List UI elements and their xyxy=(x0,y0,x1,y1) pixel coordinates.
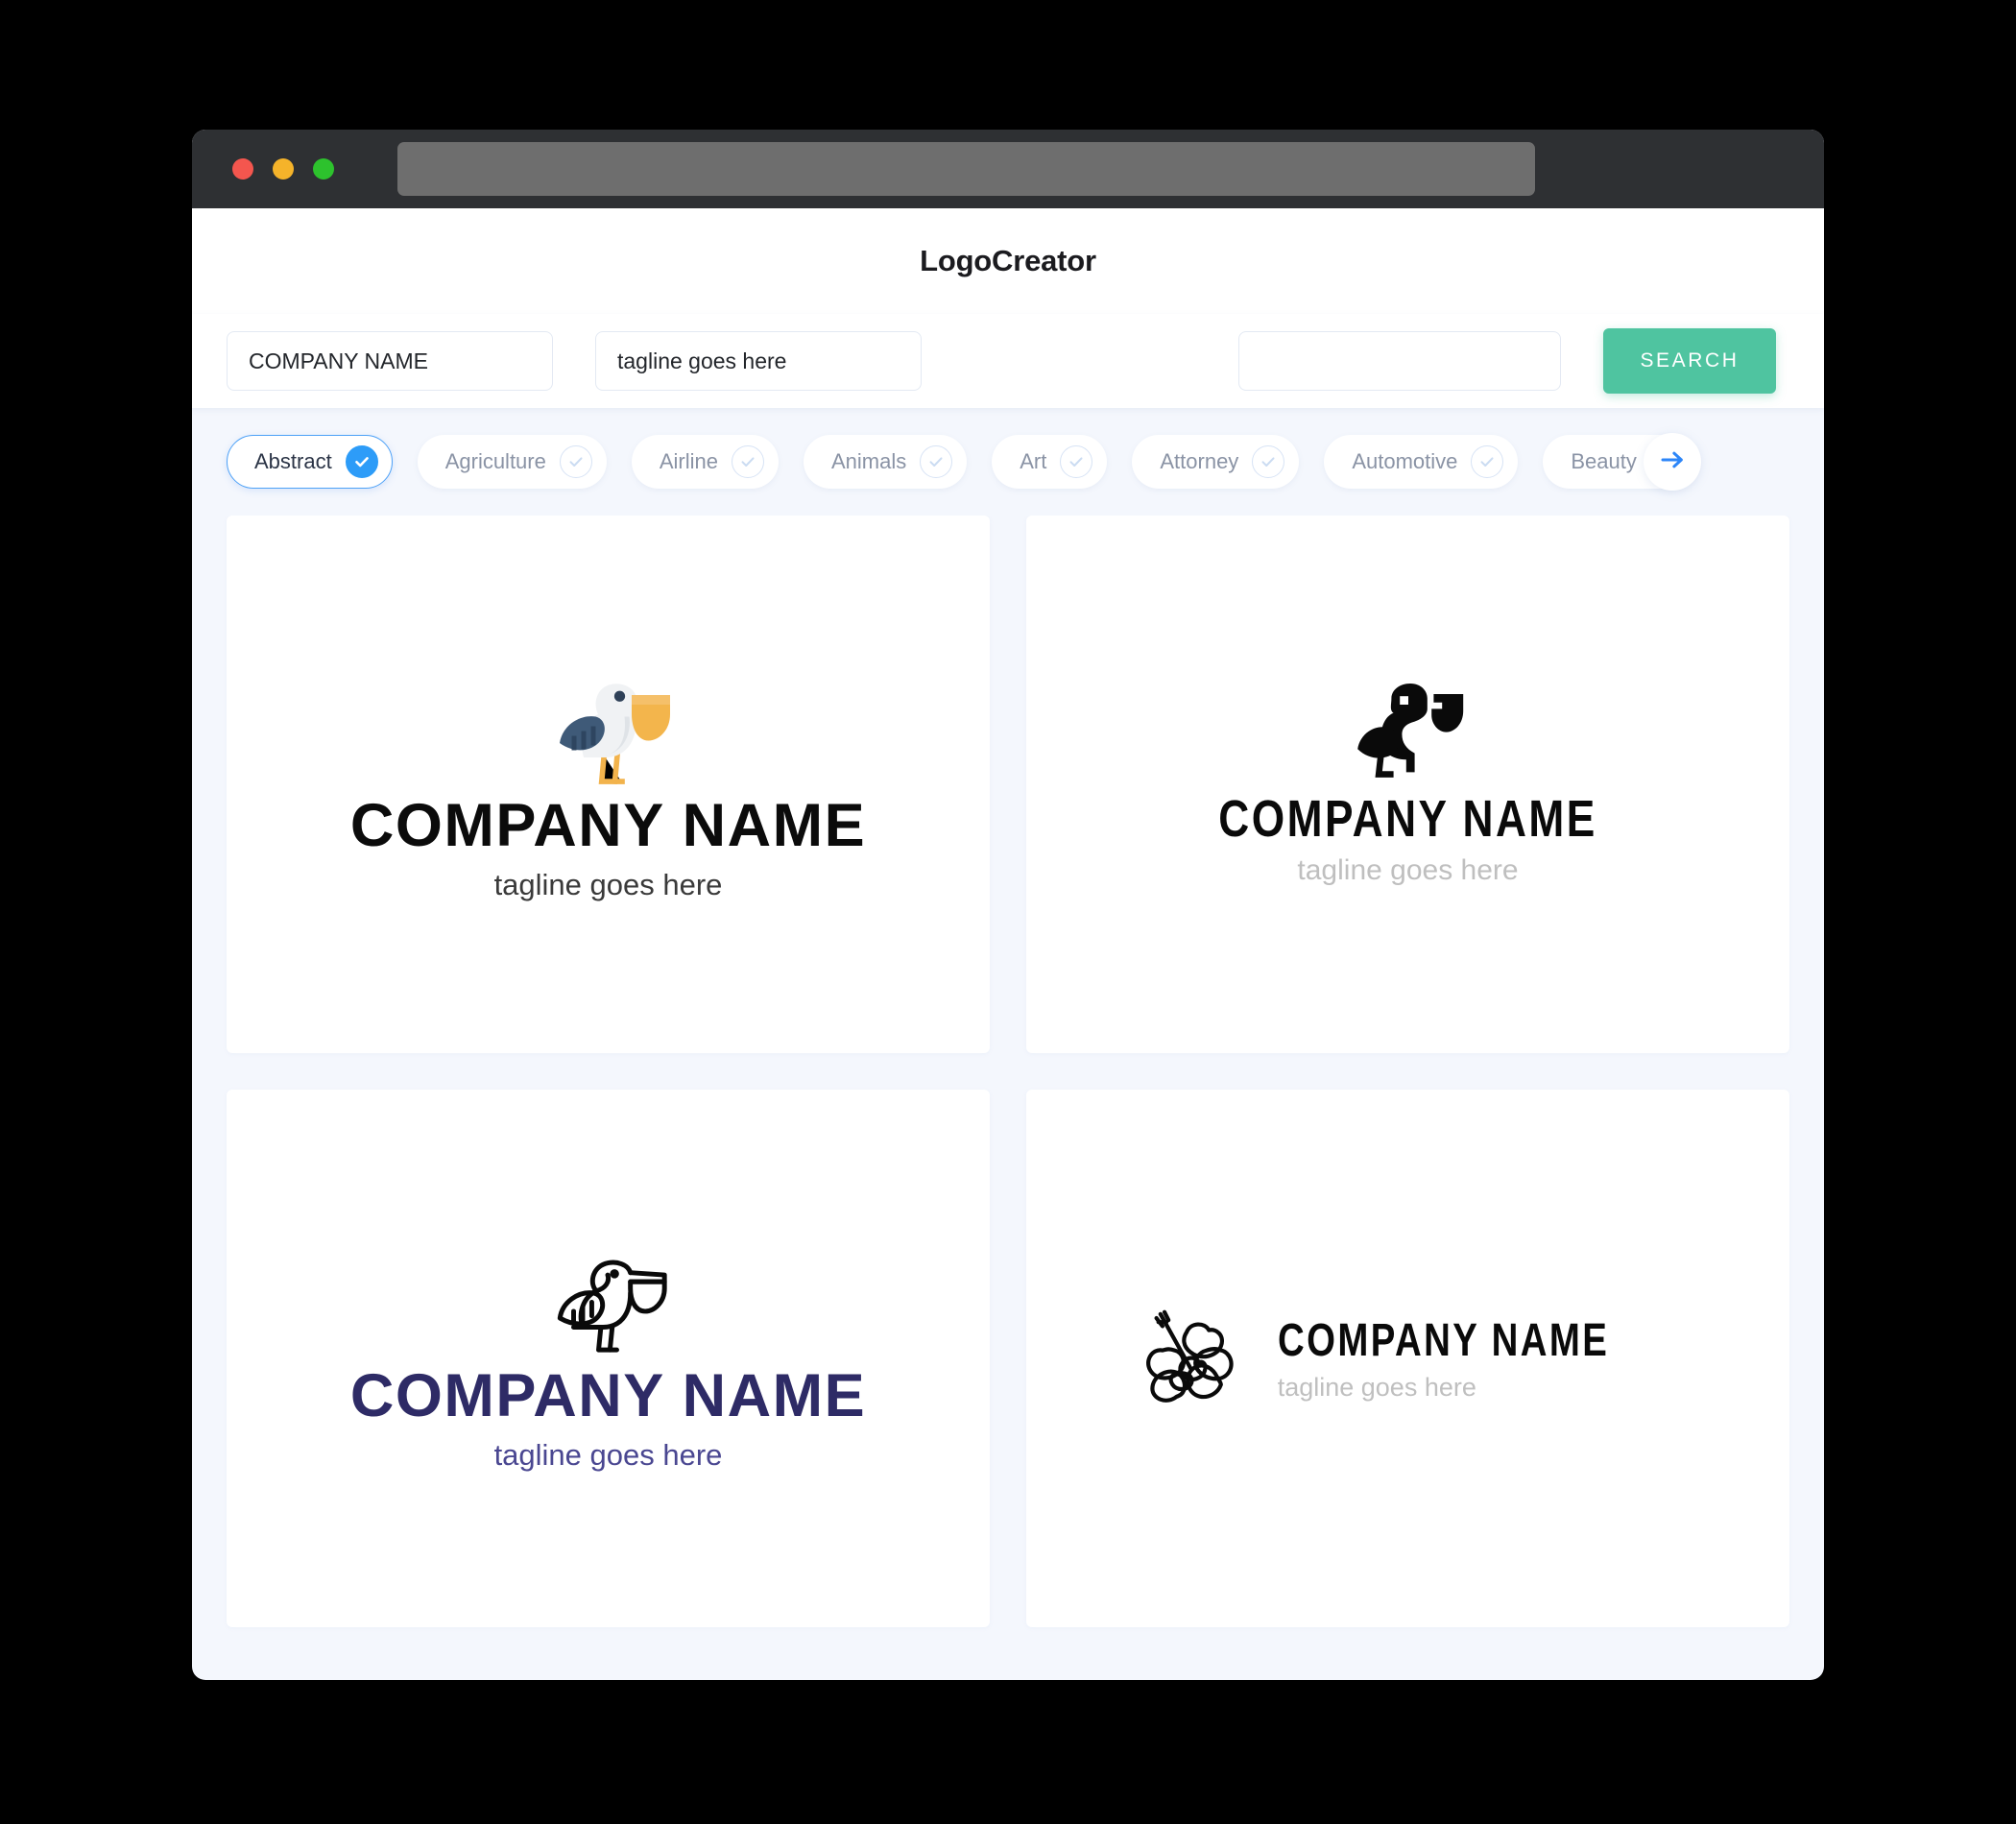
logo-card[interactable]: COMPANY NAME tagline goes here xyxy=(1026,1090,1789,1627)
category-chip-art[interactable]: Art xyxy=(992,435,1108,489)
category-chip-label: Agriculture xyxy=(444,449,546,473)
hibiscus-outline-icon xyxy=(1124,1298,1245,1419)
logo-tagline: tagline goes here xyxy=(1277,1373,1476,1402)
logo-text-block: COMPANY NAME tagline goes here xyxy=(1278,1314,1692,1403)
page-title: LogoCreator xyxy=(920,244,1096,277)
logo-tagline: tagline goes here xyxy=(493,868,723,901)
category-chip-abstract[interactable]: Abstract xyxy=(227,435,393,489)
check-circle-icon xyxy=(1060,445,1093,478)
category-chip-list: Abstract Agriculture Airline Animals Art… xyxy=(227,435,1697,489)
category-filter-bar: Abstract Agriculture Airline Animals Art… xyxy=(192,408,1824,516)
logo-card[interactable]: COMPANY NAME tagline goes here xyxy=(1026,516,1789,1053)
category-chip-label: Automotive xyxy=(1352,449,1458,473)
logo-preview: COMPANY NAME tagline goes here xyxy=(1177,662,1639,887)
logo-card[interactable]: COMPANY NAME tagline goes here xyxy=(227,1090,990,1627)
search-button[interactable]: SEARCH xyxy=(1603,328,1776,394)
app-header: LogoCreator xyxy=(192,208,1824,314)
logo-company-name: COMPANY NAME xyxy=(1218,790,1597,848)
categories-next-button[interactable] xyxy=(1644,433,1701,491)
check-circle-icon xyxy=(559,445,592,478)
close-window-button[interactable] xyxy=(232,158,253,180)
maximize-window-button[interactable] xyxy=(313,158,334,180)
logo-preview: COMPANY NAME tagline goes here xyxy=(350,647,866,902)
category-chip-label: Beauty xyxy=(1571,449,1637,473)
category-chip-automotive[interactable]: Automotive xyxy=(1324,435,1519,489)
pelican-solid-black-icon xyxy=(1345,662,1472,789)
minimize-window-button[interactable] xyxy=(273,158,294,180)
category-chip-label: Airline xyxy=(659,449,718,473)
category-chip-attorney[interactable]: Attorney xyxy=(1132,435,1300,489)
url-bar[interactable] xyxy=(397,142,1535,196)
tagline-input[interactable]: tagline goes here xyxy=(595,331,922,391)
logo-preview: COMPANY NAME tagline goes here xyxy=(1124,1298,1692,1419)
logo-company-name: COMPANY NAME xyxy=(1277,1315,1609,1366)
check-circle-icon xyxy=(1252,445,1285,478)
logo-card[interactable]: COMPANY NAME tagline goes here xyxy=(227,516,990,1053)
logo-company-name: COMPANY NAME xyxy=(349,1362,867,1429)
check-circle-icon xyxy=(920,445,953,478)
company-name-input[interactable]: COMPANY NAME xyxy=(227,331,553,391)
arrow-right-icon xyxy=(1658,445,1687,479)
pelican-flat-color-icon xyxy=(536,647,680,791)
logo-results-grid: COMPANY NAME tagline goes here COMPANY N… xyxy=(192,516,1824,1680)
logo-preview: COMPANY NAME tagline goes here xyxy=(350,1225,866,1473)
check-circle-icon xyxy=(732,445,764,478)
logo-tagline: tagline goes here xyxy=(493,1438,723,1472)
browser-window: LogoCreator COMPANY NAME tagline goes he… xyxy=(192,130,1824,1680)
category-chip-label: Abstract xyxy=(254,449,332,473)
keyword-input[interactable] xyxy=(1238,331,1561,391)
browser-titlebar xyxy=(192,130,1824,208)
check-circle-icon xyxy=(345,445,378,478)
category-chip-agriculture[interactable]: Agriculture xyxy=(417,435,607,489)
search-toolbar: COMPANY NAME tagline goes here SEARCH xyxy=(192,314,1824,408)
logo-tagline: tagline goes here xyxy=(1297,854,1519,886)
category-chip-label: Art xyxy=(1020,449,1047,473)
logo-company-name: COMPANY NAME xyxy=(349,792,867,859)
category-chip-animals[interactable]: Animals xyxy=(804,435,968,489)
category-chip-label: Animals xyxy=(831,449,907,473)
check-circle-icon xyxy=(1471,445,1504,478)
category-chip-airline[interactable]: Airline xyxy=(631,435,779,489)
pelican-outline-icon xyxy=(540,1225,676,1361)
category-chip-label: Attorney xyxy=(1160,449,1239,473)
traffic-lights xyxy=(232,158,334,180)
